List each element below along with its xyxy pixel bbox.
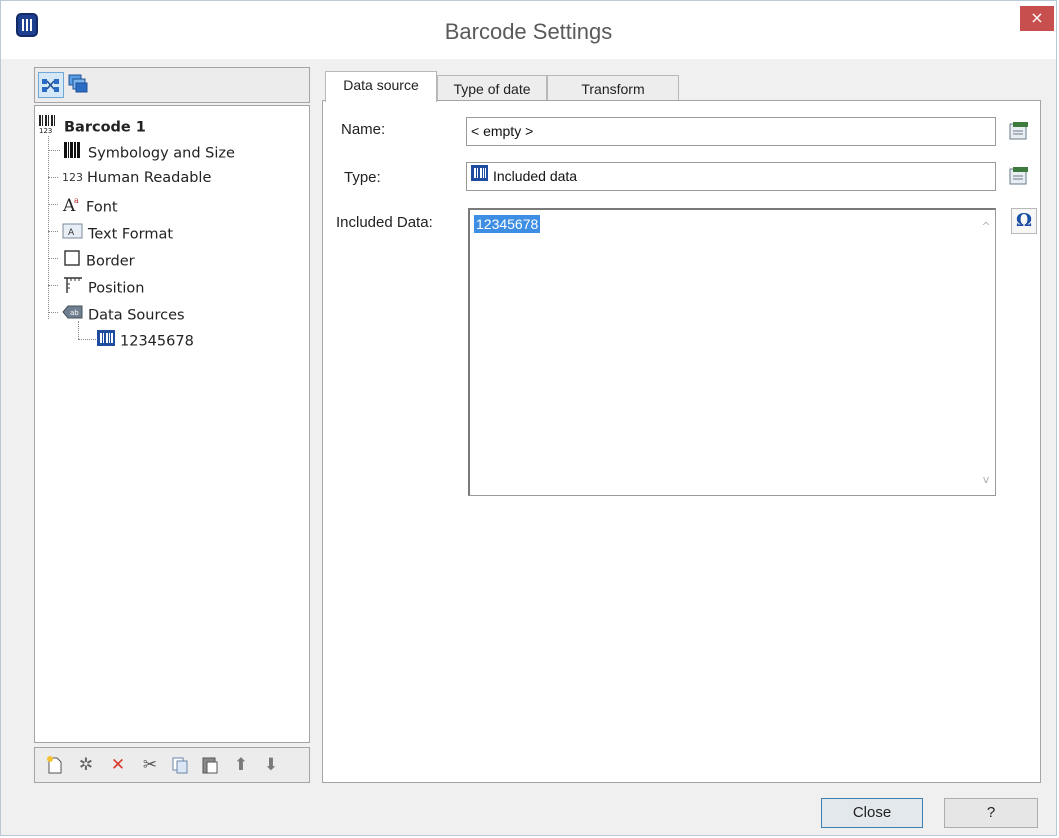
- selected-text: 12345678: [474, 215, 541, 233]
- special-characters-button[interactable]: Ω: [1011, 208, 1037, 234]
- settings-tree: 123 Barcode 1 Symbology and Size 123 Huma…: [34, 105, 310, 743]
- tree-item-label: Barcode 1: [64, 119, 146, 136]
- wand-icon[interactable]: ✲: [76, 755, 96, 775]
- paste-icon[interactable]: [200, 755, 220, 775]
- tab-data-source[interactable]: Data source: [325, 71, 437, 102]
- tree-item-text-format[interactable]: A Text Format: [62, 221, 173, 243]
- border-icon: [62, 248, 82, 275]
- left-panel: 123 Barcode 1 Symbology and Size 123 Huma…: [34, 67, 310, 783]
- layers-icon[interactable]: [66, 72, 92, 98]
- tree-connector: [48, 136, 49, 319]
- tree-connector: [48, 258, 58, 259]
- tree-connector: [48, 204, 58, 205]
- copy-icon[interactable]: [170, 755, 190, 775]
- barcode-123-icon: 123: [38, 114, 60, 141]
- move-up-icon[interactable]: ⬆: [231, 755, 251, 775]
- barcode-icon: [62, 140, 84, 167]
- type-value: Included data: [493, 168, 578, 184]
- data-sources-icon: ab: [62, 302, 84, 329]
- tree-item-label: Font: [86, 199, 118, 216]
- tab-transform[interactable]: Transform: [547, 75, 679, 101]
- svg-text:123: 123: [39, 127, 52, 134]
- tree-item-label: Text Format: [88, 226, 174, 243]
- scroll-down-icon[interactable]: v: [979, 473, 993, 487]
- tree-connector: [48, 231, 58, 232]
- type-field[interactable]: Included data: [466, 162, 996, 191]
- textarea-scrollbar[interactable]: ^ v: [977, 210, 995, 495]
- window-title: Barcode Settings: [444, 19, 613, 44]
- barcode-settings-window: Barcode Settings × 123 Barcode 1 Symbolo…: [0, 0, 1057, 836]
- window-close-button[interactable]: ×: [1020, 6, 1054, 31]
- tree-item-human-readable[interactable]: 123 Human Readable: [62, 167, 211, 189]
- title-bar: Barcode Settings ×: [1, 1, 1056, 59]
- tab-type-of-date[interactable]: Type of date: [437, 75, 547, 101]
- delete-icon[interactable]: ✕: [108, 755, 128, 775]
- tree-item-label: Human Readable: [87, 170, 212, 186]
- position-icon: [62, 275, 84, 302]
- cut-icon[interactable]: ✂: [140, 755, 160, 775]
- new-icon[interactable]: [45, 755, 65, 775]
- help-button[interactable]: ?: [944, 798, 1038, 828]
- tree-item-label: Position: [88, 280, 145, 297]
- included-data-textarea[interactable]: 12345678 ^ v: [468, 208, 996, 496]
- svg-text:A: A: [68, 228, 75, 238]
- tree-item-border[interactable]: Border: [62, 248, 135, 270]
- name-field[interactable]: < empty >: [466, 117, 996, 146]
- tree-connector: [48, 150, 60, 151]
- move-down-icon[interactable]: ⬇: [261, 755, 281, 775]
- svg-text:a: a: [74, 196, 79, 205]
- tree-connector: [48, 285, 58, 286]
- tree-item-data-sources[interactable]: ab Data Sources: [62, 302, 185, 324]
- scroll-up-icon[interactable]: ^: [979, 220, 993, 234]
- included-data-label: Included Data:: [336, 214, 433, 231]
- tree-view-icon[interactable]: [38, 72, 64, 98]
- name-label: Name:: [341, 121, 386, 138]
- type-label: Type:: [344, 169, 381, 186]
- svg-text:ab: ab: [70, 309, 79, 317]
- tree-item-label: Data Sources: [88, 307, 185, 324]
- tree-connector: [48, 312, 58, 313]
- edit-name-icon[interactable]: [1007, 119, 1031, 143]
- tree-item-barcode-1[interactable]: 123 Barcode 1: [38, 114, 146, 136]
- tree-item-label: Symbology and Size: [88, 145, 235, 162]
- tree-edit-toolbar: ✲ ✕ ✂ ⬆ ⬇: [34, 747, 310, 783]
- tree-toolbar: [34, 67, 310, 103]
- tree-connector: [48, 177, 58, 178]
- tree-connector: [78, 339, 96, 340]
- tree-item-symbology[interactable]: Symbology and Size: [62, 140, 235, 162]
- text-format-icon: A: [62, 221, 84, 248]
- numbers-icon: 123: [62, 171, 83, 185]
- close-button[interactable]: Close: [821, 798, 923, 828]
- included-data-icon: [471, 164, 489, 191]
- tree-item-label: 12345678: [120, 333, 194, 350]
- edit-type-icon[interactable]: [1007, 164, 1031, 188]
- tree-item-label: Border: [86, 253, 135, 270]
- included-data-icon: [96, 328, 116, 355]
- tree-item-font[interactable]: A a Font: [62, 194, 118, 216]
- tree-item-position[interactable]: Position: [62, 275, 144, 297]
- font-icon: A a: [62, 194, 82, 221]
- tree-item-12345678[interactable]: 12345678: [96, 328, 194, 350]
